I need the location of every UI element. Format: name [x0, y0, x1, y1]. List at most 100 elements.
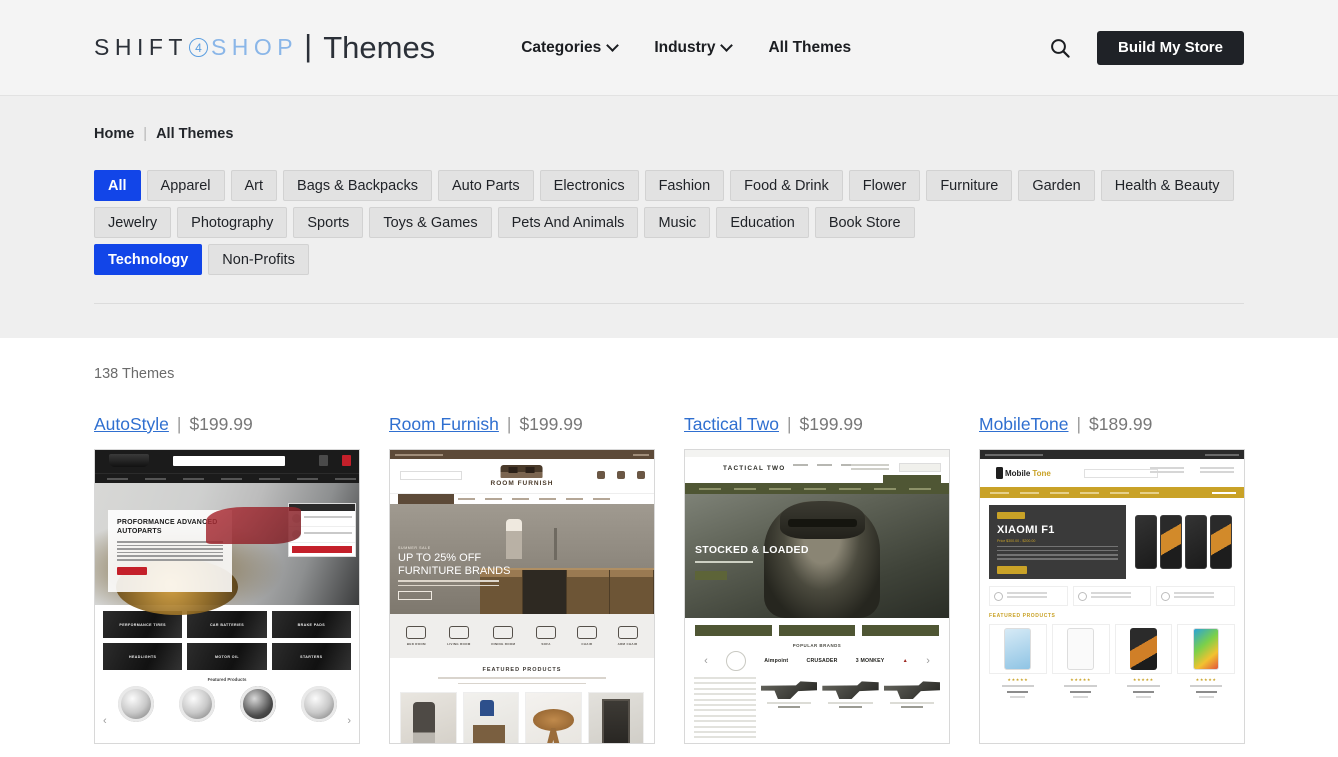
nav-item-industry[interactable]: Industry	[654, 39, 731, 57]
preview-hero-headline: PROFORMANCE ADVANCED AUTOPARTS	[117, 519, 218, 535]
theme-title-link[interactable]: Tactical Two	[684, 414, 779, 435]
breadcrumb-separator: |	[143, 126, 148, 142]
filter-section: Home | All Themes All Apparel Art Bags &…	[0, 96, 1338, 338]
preview-hero-headline: STOCKED & LOADED	[695, 544, 809, 556]
filter-chip-sports[interactable]: Sports	[293, 207, 364, 238]
breadcrumb-home[interactable]: Home	[94, 126, 134, 142]
preview-service-badge	[1072, 586, 1152, 606]
preview-hero: SUMMER SALE UP TO 25% OFF FURNITURE BRAN…	[390, 504, 654, 614]
filter-chip-technology[interactable]: Technology	[94, 244, 203, 275]
search-button[interactable]	[1049, 37, 1071, 59]
preview-search-field	[400, 471, 462, 480]
preview-phone	[1159, 515, 1182, 569]
filter-chip-education[interactable]: Education	[716, 207, 809, 238]
theme-title-separator: |	[506, 414, 512, 434]
nav-item-categories[interactable]: Categories	[521, 39, 617, 57]
filter-chip-book-store[interactable]: Book Store	[814, 207, 915, 238]
brand-four-badge: 4	[188, 38, 208, 57]
filter-chip-toys-games[interactable]: Toys & Games	[369, 207, 492, 238]
filter-chip-electronics[interactable]: Electronics	[539, 170, 639, 201]
preview-cart-button	[292, 546, 352, 553]
filter-chip-fashion[interactable]: Fashion	[644, 170, 725, 201]
filter-chip-art[interactable]: Art	[230, 170, 278, 201]
preview-product-image	[1051, 624, 1110, 674]
preview-category: SOFA	[536, 626, 557, 646]
theme-card-header: AutoStyle | $199.99	[94, 414, 360, 435]
filter-chip-music[interactable]: Music	[644, 207, 711, 238]
filter-chip-non-profits[interactable]: Non-Profits	[208, 244, 309, 275]
themes-grid: AutoStyle | $199.99 PROFORMANCE ADVANCED…	[94, 414, 1245, 744]
preview-visor	[787, 518, 857, 528]
preview-category: LIVING ROOM	[447, 626, 470, 646]
brand-logo[interactable]: SHIFT 4 SHOP | Themes	[94, 27, 435, 66]
preview-hero: XIAOMI F1 Price $300.00 - $200.00	[980, 498, 1244, 586]
theme-title-link[interactable]: Room Furnish	[389, 414, 499, 435]
category-filter-chips: All Apparel Art Bags & Backpacks Auto Pa…	[94, 170, 1244, 275]
main-navigation: Categories Industry All Themes	[521, 39, 851, 57]
chip-row-3: Technology Non-Profits	[94, 244, 1244, 275]
preview-hero-cta	[398, 591, 432, 601]
filter-chip-photography[interactable]: Photography	[177, 207, 288, 238]
bed-icon	[406, 626, 427, 639]
cart-icon	[342, 455, 351, 466]
filter-chip-furniture[interactable]: Furniture	[926, 170, 1013, 201]
filter-chip-all[interactable]: All	[94, 170, 141, 201]
preview-product-image	[1177, 624, 1235, 674]
preview-service-badge	[989, 586, 1068, 606]
preview-hero: PROFORMANCE ADVANCED AUTOPARTS	[95, 483, 359, 615]
preview-brands-title: POPULAR BRANDS	[792, 643, 842, 648]
theme-thumbnail-room-furnish[interactable]: ROOM FURNISH SUMMER SALE UP TO 25% OFF F…	[389, 449, 655, 744]
filter-chip-health-beauty[interactable]: Health & Beauty	[1100, 170, 1234, 201]
search-icon	[1051, 38, 1070, 58]
preview-cart-box	[899, 463, 941, 472]
preview-product	[883, 677, 940, 742]
theme-thumbnail-autostyle[interactable]: PROFORMANCE ADVANCED AUTOPARTS PERFORMAN…	[94, 449, 360, 744]
preview-featured-products	[95, 686, 359, 722]
breadcrumb: Home | All Themes	[94, 96, 1244, 142]
preview-product-image	[989, 624, 1047, 674]
preview-search-field	[173, 456, 285, 466]
theme-price: $199.99	[189, 414, 253, 434]
filter-chip-jewelry[interactable]: Jewelry	[94, 207, 172, 238]
theme-card-header: Tactical Two | $199.99	[684, 414, 950, 435]
heart-icon	[597, 471, 605, 479]
theme-thumbnail-mobiletone[interactable]: Mobile Tone XIAOMI F1 Price $300.00 - $2…	[979, 449, 1245, 744]
cart-icon	[637, 471, 645, 479]
theme-title-link[interactable]: AutoStyle	[94, 414, 169, 435]
theme-title-link[interactable]: MobileTone	[979, 414, 1069, 435]
preview-service-badge	[1156, 586, 1236, 606]
preview-category-label: SOFA	[541, 642, 551, 646]
filter-chip-garden[interactable]: Garden	[1018, 170, 1095, 201]
filter-chip-food-drink[interactable]: Food & Drink	[730, 170, 843, 201]
preview-featured-title: Featured Products	[207, 677, 247, 682]
nav-item-all-themes[interactable]: All Themes	[768, 39, 851, 57]
carousel-next-icon: ›	[926, 655, 930, 667]
preview-announcement-bar	[980, 450, 1244, 459]
filter-chip-pets-and-animals[interactable]: Pets And Animals	[497, 207, 639, 238]
nav-label-all-themes: All Themes	[768, 38, 852, 56]
preview-announcement-bar	[390, 450, 654, 459]
preview-category-tiles: PERFORMANCE TIRES CAR BATTERIES BRAKE PA…	[95, 605, 359, 670]
preview-navbar	[95, 473, 359, 483]
brand-shift-text: SHIFT	[94, 34, 188, 60]
results-count: 138 Themes	[94, 366, 175, 382]
theme-price: $199.99	[519, 414, 583, 434]
preview-phone	[1134, 515, 1157, 569]
build-my-store-button[interactable]: Build My Store	[1096, 30, 1244, 65]
preview-category: CHAIR	[576, 626, 597, 646]
support-icon	[1161, 591, 1171, 601]
theme-price: $199.99	[799, 414, 863, 434]
preview-vase	[553, 528, 557, 561]
filter-chip-auto-parts[interactable]: Auto Parts	[437, 170, 534, 201]
filter-chip-flower[interactable]: Flower	[848, 170, 921, 201]
theme-card: Tactical Two | $199.99 TACTICAL TWO STOC…	[684, 414, 950, 744]
preview-navbar	[980, 487, 1244, 498]
filter-chip-apparel[interactable]: Apparel	[146, 170, 225, 201]
filter-chip-bags-backpacks[interactable]: Bags & Backpacks	[283, 170, 432, 201]
theme-thumbnail-tactical-two[interactable]: TACTICAL TWO STOCKED & LOADED POPULAR BR…	[684, 449, 950, 744]
preview-tile-label: HEADLIGHTS	[128, 654, 157, 659]
preview-brand-logo: ▲	[902, 658, 908, 664]
preview-band	[695, 625, 772, 636]
phone-icon	[996, 467, 1003, 479]
brand-divider: |	[304, 27, 313, 63]
